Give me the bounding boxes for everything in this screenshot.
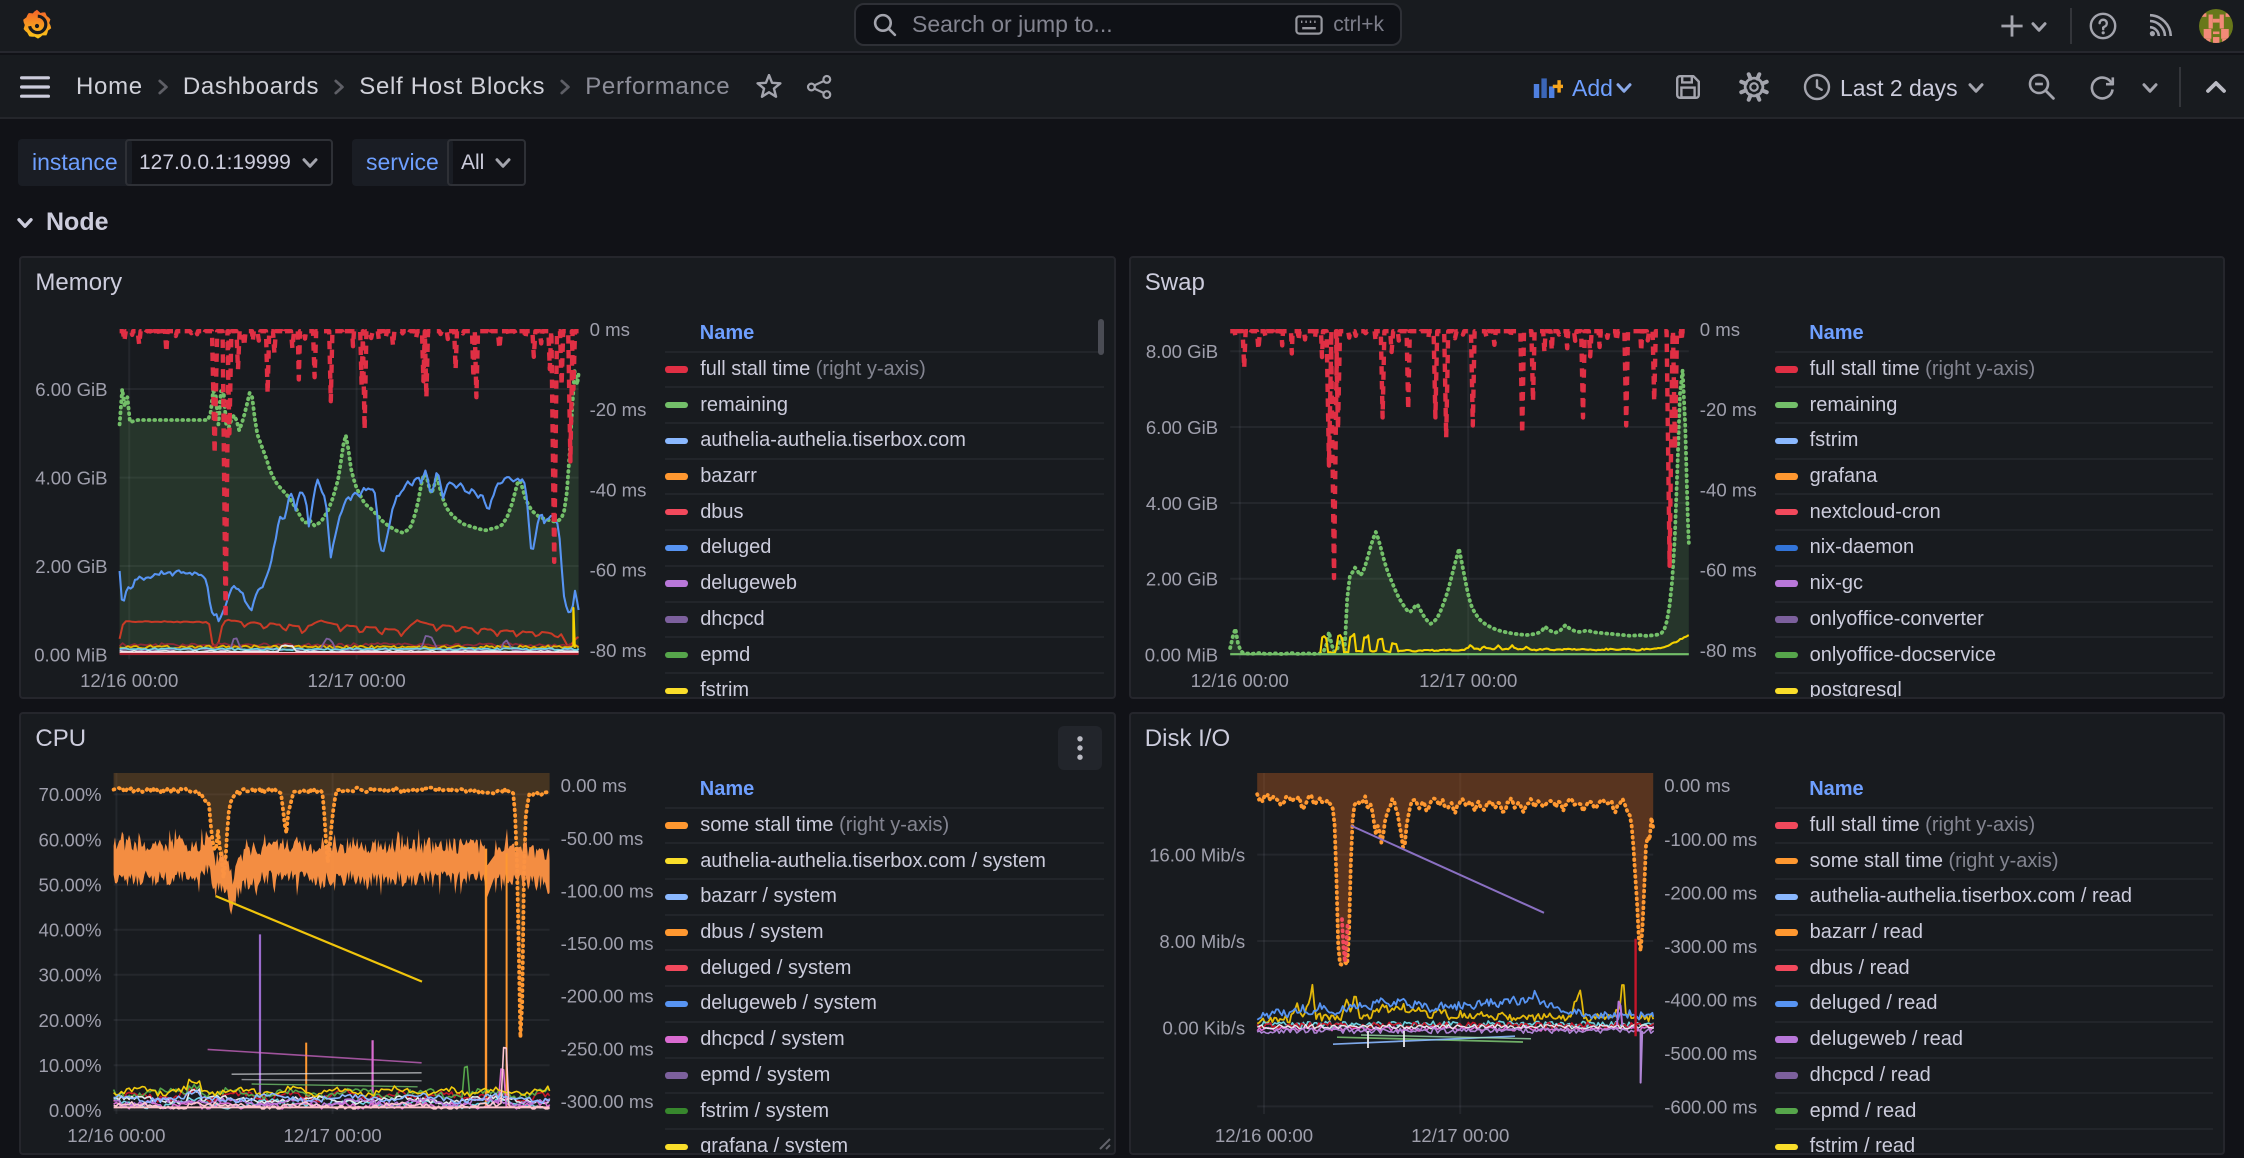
svg-text:0.00 ms: 0.00 ms [561,775,627,796]
svg-text:16.00 Mib/s: 16.00 Mib/s [1149,844,1245,865]
svg-text:12/17 00:00: 12/17 00:00 [308,670,406,691]
svg-text:-250.00 ms: -250.00 ms [561,1038,654,1059]
svg-text:20.00%: 20.00% [39,1010,102,1031]
svg-text:12/17 00:00: 12/17 00:00 [1419,670,1517,691]
svg-text:-60 ms: -60 ms [590,560,647,581]
svg-text:-50.00 ms: -50.00 ms [561,828,644,849]
svg-text:-100.00 ms: -100.00 ms [1664,829,1757,850]
svg-text:0.00 MiB: 0.00 MiB [1145,645,1218,666]
svg-text:12/16 00:00: 12/16 00:00 [1190,670,1288,691]
svg-text:12/16 00:00: 12/16 00:00 [1215,1125,1313,1146]
svg-text:-20 ms: -20 ms [590,399,647,420]
svg-text:-600.00 ms: -600.00 ms [1664,1096,1757,1117]
svg-text:0.00 MiB: 0.00 MiB [35,644,108,665]
svg-text:40.00%: 40.00% [39,920,102,941]
svg-text:-40 ms: -40 ms [1700,479,1757,500]
svg-text:-80 ms: -80 ms [590,640,647,661]
svg-text:-20 ms: -20 ms [1700,399,1757,420]
svg-text:10.00%: 10.00% [39,1055,102,1076]
svg-text:-80 ms: -80 ms [1700,640,1757,661]
svg-text:12/16 00:00: 12/16 00:00 [68,1125,166,1146]
svg-text:-500.00 ms: -500.00 ms [1664,1043,1757,1064]
svg-text:-200.00 ms: -200.00 ms [1664,882,1757,903]
svg-text:60.00%: 60.00% [39,829,102,850]
svg-text:-400.00 ms: -400.00 ms [1664,989,1757,1010]
svg-text:0.00%: 0.00% [49,1100,102,1121]
svg-text:-300.00 ms: -300.00 ms [1664,936,1757,957]
svg-text:6.00 GiB: 6.00 GiB [1146,417,1218,438]
svg-text:-60 ms: -60 ms [1700,560,1757,581]
svg-text:0.00 ms: 0.00 ms [1664,775,1730,796]
svg-text:8.00 GiB: 8.00 GiB [1146,341,1218,362]
svg-text:-150.00 ms: -150.00 ms [561,933,654,954]
svg-text:0 ms: 0 ms [1700,319,1740,340]
svg-text:-300.00 ms: -300.00 ms [561,1091,654,1112]
svg-text:-100.00 ms: -100.00 ms [561,881,654,902]
svg-text:-40 ms: -40 ms [590,479,647,500]
svg-text:4.00 GiB: 4.00 GiB [36,467,108,488]
svg-text:2.00 GiB: 2.00 GiB [36,556,108,577]
svg-text:12/16 00:00: 12/16 00:00 [80,670,178,691]
svg-text:-200.00 ms: -200.00 ms [561,986,654,1007]
svg-text:50.00%: 50.00% [39,875,102,896]
svg-text:70.00%: 70.00% [39,784,102,805]
svg-text:6.00 GiB: 6.00 GiB [36,379,108,400]
svg-text:0.00 Kib/s: 0.00 Kib/s [1162,1017,1245,1038]
svg-text:0 ms: 0 ms [590,319,630,340]
svg-text:8.00 Mib/s: 8.00 Mib/s [1159,931,1245,952]
svg-text:12/17 00:00: 12/17 00:00 [284,1125,382,1146]
svg-text:30.00%: 30.00% [39,965,102,986]
svg-text:2.00 GiB: 2.00 GiB [1146,569,1218,590]
svg-text:12/17 00:00: 12/17 00:00 [1411,1125,1509,1146]
svg-text:4.00 GiB: 4.00 GiB [1146,493,1218,514]
